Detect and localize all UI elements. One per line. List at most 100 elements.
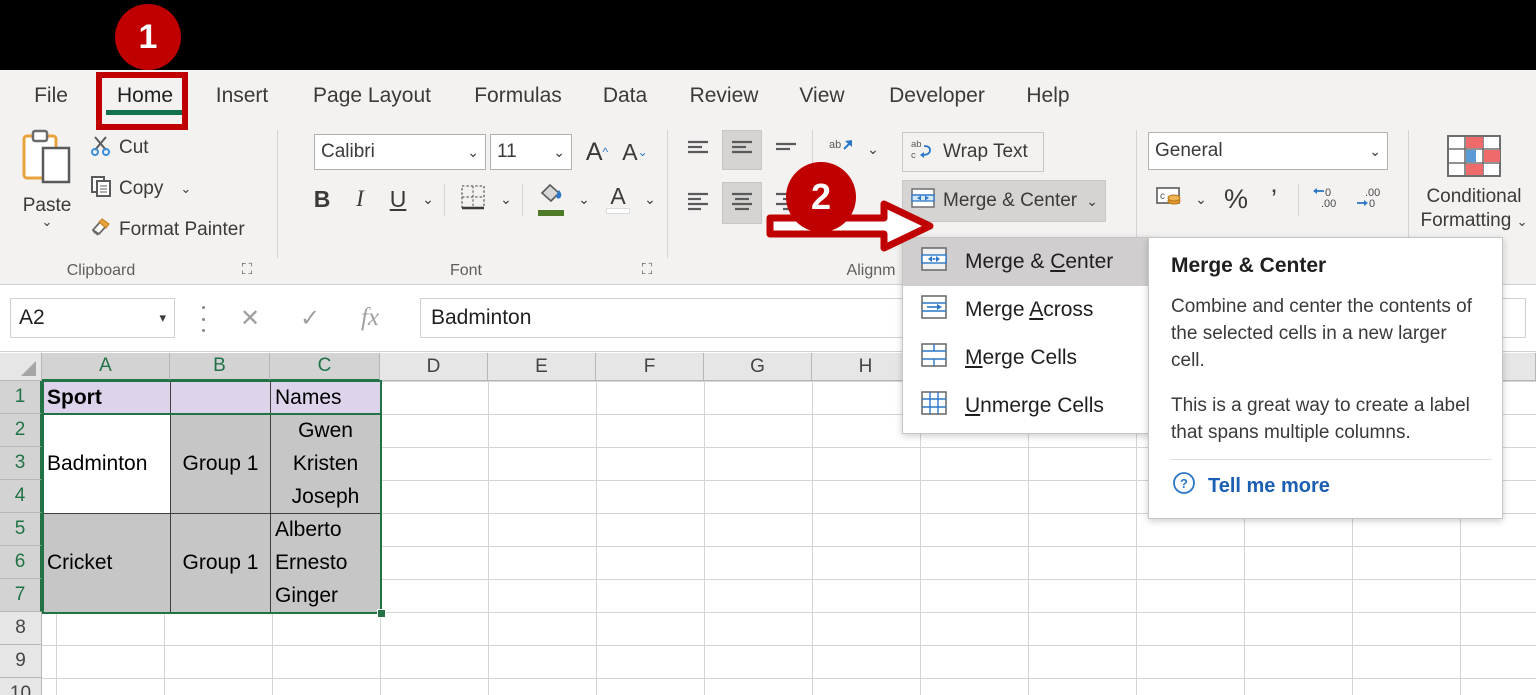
column-header-b[interactable]: B	[170, 353, 270, 381]
cell-a2-merged[interactable]: Badminton	[42, 414, 171, 514]
cell-c3[interactable]: Kristen	[270, 447, 381, 480]
column-header-e[interactable]: E	[488, 353, 596, 381]
row-header-4[interactable]: 4	[0, 480, 42, 513]
underline-chevron-down-icon[interactable]: ⌄	[416, 182, 440, 216]
align-middle-button[interactable]	[722, 130, 762, 170]
underline-button[interactable]: U	[382, 182, 414, 216]
svg-text:c: c	[1160, 191, 1165, 202]
font-divider-2	[522, 184, 523, 216]
increase-font-size-button[interactable]: A ^	[580, 134, 614, 170]
format-painter-button[interactable]: Format Painter	[90, 216, 245, 244]
align-center-button[interactable]	[722, 182, 762, 224]
cell-b1[interactable]	[170, 381, 271, 415]
row-header-7[interactable]: 7	[0, 579, 42, 612]
cell-c7[interactable]: Ginger	[270, 579, 381, 613]
tab-data[interactable]: Data	[592, 70, 658, 122]
align-bottom-button[interactable]	[768, 132, 804, 168]
conditional-formatting-chevron-down-icon[interactable]: ⌄	[1517, 214, 1528, 229]
row-header-9[interactable]: 9	[0, 645, 42, 678]
borders-button[interactable]	[454, 180, 492, 218]
tab-view[interactable]: View	[789, 70, 855, 122]
tab-help[interactable]: Help	[1018, 70, 1078, 122]
row-header-1[interactable]: 1	[0, 381, 42, 414]
row-header-2[interactable]: 2	[0, 414, 42, 447]
tab-developer[interactable]: Developer	[872, 70, 1002, 122]
comma-style-button[interactable]: ’	[1258, 180, 1290, 218]
increase-decimal-button[interactable]: 0 .00	[1308, 180, 1348, 218]
clipboard-dialog-launcher[interactable]: ⛶	[238, 261, 256, 279]
align-top-button[interactable]	[680, 132, 716, 168]
menu-item-unmerge-cells[interactable]: Unmerge Cells	[903, 382, 1149, 430]
accounting-chevron-down-icon[interactable]: ⌄	[1190, 182, 1212, 216]
row-header-3[interactable]: 3	[0, 447, 42, 480]
align-left-button[interactable]	[680, 184, 716, 222]
font-color-button[interactable]: A	[600, 178, 636, 220]
tell-me-more-link[interactable]: ? Tell me more	[1171, 470, 1330, 502]
paste-button[interactable]: Paste ⌄	[14, 128, 80, 246]
font-name-combo[interactable]: Calibri ⌄	[314, 134, 486, 170]
menu-item-merge-and-center[interactable]: Merge & Center	[903, 238, 1149, 286]
menu-item-merge-cells[interactable]: Merge Cells	[903, 334, 1149, 382]
column-header-a[interactable]: A	[42, 353, 170, 381]
cell-b2-merged[interactable]: Group 1	[170, 414, 271, 514]
column-header-g[interactable]: G	[704, 353, 812, 381]
italic-button[interactable]: I	[344, 182, 376, 216]
paste-chevron-down-icon[interactable]: ⌄	[42, 215, 53, 228]
column-header-f[interactable]: F	[596, 353, 704, 381]
copy-button[interactable]: Copy ⌄	[90, 175, 191, 203]
cell-a5-merged[interactable]: Cricket	[42, 513, 171, 613]
row-header-8[interactable]: 8	[0, 612, 42, 645]
row-header-6[interactable]: 6	[0, 546, 42, 579]
font-size-combo[interactable]: 11 ⌄	[490, 134, 572, 170]
percent-style-button[interactable]: %	[1218, 180, 1254, 218]
cut-button[interactable]: Cut	[90, 134, 149, 162]
formula-bar-handle[interactable]	[196, 306, 210, 332]
tab-page-layout[interactable]: Page Layout	[296, 70, 448, 122]
number-divider-1	[1298, 184, 1299, 216]
cell-c1[interactable]: Names	[270, 381, 381, 415]
borders-chevron-down-icon[interactable]: ⌄	[494, 182, 518, 216]
font-color-chevron-down-icon[interactable]: ⌄	[638, 182, 662, 216]
cell-c2[interactable]: Gwen	[270, 414, 381, 447]
svg-text:c: c	[911, 150, 916, 161]
copy-label: Copy	[119, 178, 164, 199]
accounting-format-icon: c	[1155, 185, 1183, 214]
name-box[interactable]: A2 ▾	[10, 298, 175, 338]
decrease-font-size-button[interactable]: A ⌄	[618, 134, 652, 170]
selection-fill-handle[interactable]	[377, 609, 386, 618]
format-painter-label: Format Painter	[119, 219, 245, 240]
merge-and-center-chevron-down-icon[interactable]: ⌄	[1086, 193, 1098, 210]
menu-item-merge-across[interactable]: Merge Across	[903, 286, 1149, 334]
row-header-3-label: 3	[14, 452, 26, 473]
orientation-chevron-down-icon[interactable]: ⌄	[862, 132, 884, 166]
wrap-text-button[interactable]: ab c Wrap Text	[902, 132, 1044, 172]
cell-a1[interactable]: Sport	[42, 381, 171, 415]
cell-c4[interactable]: Joseph	[270, 480, 381, 514]
cancel-entry-button[interactable]: ✕	[228, 298, 272, 338]
tab-review[interactable]: Review	[676, 70, 772, 122]
confirm-entry-button[interactable]: ✓	[288, 298, 332, 338]
menu-item-merge-and-center-label: Merge & Center	[965, 250, 1114, 273]
insert-function-button[interactable]: fx	[348, 298, 392, 338]
row-header-5[interactable]: 5	[0, 513, 42, 546]
column-header-c[interactable]: C	[270, 353, 380, 381]
select-all-corner[interactable]	[0, 353, 42, 381]
tab-file[interactable]: File	[20, 70, 82, 122]
conditional-formatting-button[interactable]: Conditional Formatting ⌄	[1418, 132, 1530, 234]
tab-formulas[interactable]: Formulas	[461, 70, 575, 122]
merge-and-center-label: Merge & Center	[943, 190, 1078, 211]
tab-insert[interactable]: Insert	[203, 70, 281, 122]
fill-color-chevron-down-icon[interactable]: ⌄	[572, 182, 596, 216]
decrease-decimal-button[interactable]: .00 0	[1352, 180, 1392, 218]
top-black-strip	[0, 0, 1536, 70]
accounting-format-button[interactable]: c	[1150, 180, 1188, 218]
cell-c5[interactable]: Alberto	[270, 513, 381, 546]
cell-b5-merged[interactable]: Group 1	[170, 513, 271, 613]
fill-color-button[interactable]	[532, 178, 570, 220]
cell-c6[interactable]: Ernesto	[270, 546, 381, 579]
column-header-d[interactable]: D	[380, 353, 488, 381]
row-header-10[interactable]: 10	[0, 678, 42, 695]
copy-chevron-down-icon[interactable]: ⌄	[180, 182, 191, 195]
bold-button[interactable]: B	[306, 182, 338, 216]
number-format-combo[interactable]: General ⌄	[1148, 132, 1388, 170]
